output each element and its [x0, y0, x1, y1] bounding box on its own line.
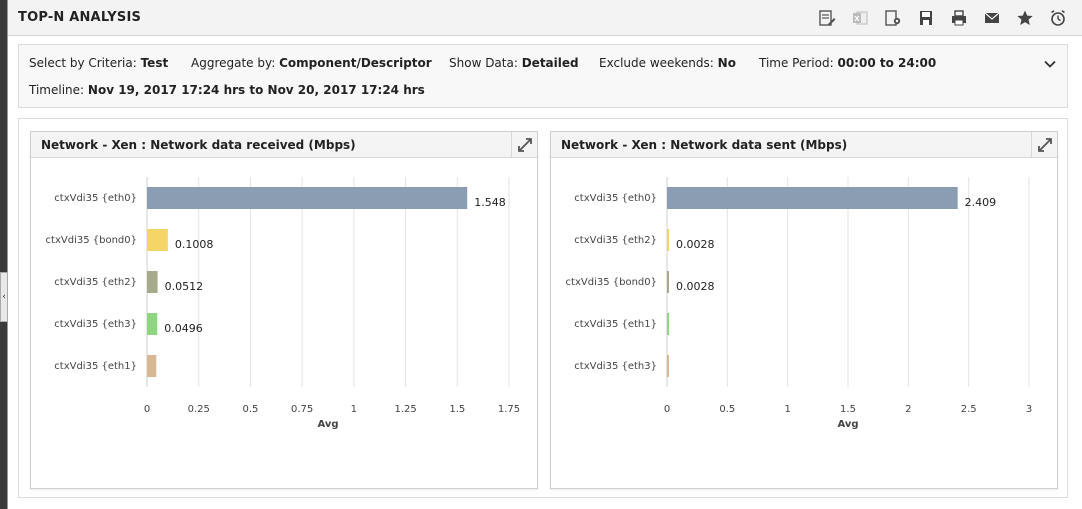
criteria-summary: Select by Criteria: Test Aggregate by: C… — [18, 44, 1068, 108]
email-icon[interactable] — [975, 8, 1008, 28]
bar — [667, 313, 669, 335]
x-tick-label: 1.25 — [394, 404, 416, 415]
excel-export-icon[interactable]: X — [843, 8, 876, 28]
bar — [147, 187, 468, 209]
x-tick-label: 0.25 — [188, 404, 210, 415]
report-edit-icon[interactable] — [810, 8, 843, 28]
category-label: ctxVdi35 {eth1} — [54, 361, 137, 372]
chevron-left-icon: ‹ — [2, 292, 6, 302]
chart-title: Network - Xen : Network data received (M… — [41, 138, 356, 152]
print-icon[interactable] — [942, 8, 975, 28]
x-tick-label: 0 — [144, 404, 150, 415]
x-tick-label: 2.5 — [961, 404, 977, 415]
x-tick-label: 3 — [1026, 404, 1032, 415]
bar — [147, 271, 158, 293]
bar-value-label: 1.548 — [474, 196, 506, 209]
show-data-value: Detailed — [521, 56, 579, 70]
select-criteria-value: Test — [140, 56, 169, 70]
select-criteria: Select by Criteria: Test — [29, 56, 168, 70]
x-tick-label: 1.5 — [449, 404, 465, 415]
category-label: ctxVdi35 {bond0} — [46, 235, 137, 246]
bar — [147, 313, 158, 335]
collapse-side-panel-handle[interactable]: ‹ — [0, 272, 8, 322]
bar — [667, 229, 669, 251]
x-tick-label: 1 — [351, 404, 357, 415]
save-icon[interactable] — [909, 8, 942, 28]
category-label: ctxVdi35 {eth2} — [54, 277, 137, 288]
bar — [667, 187, 958, 209]
chart-panel-sent: Network - Xen : Network data sent (Mbps)… — [550, 131, 1058, 489]
bar-value-label: 0.0028 — [676, 238, 715, 251]
timeline: Timeline: Nov 19, 2017 17:24 hrs to Nov … — [29, 83, 425, 97]
x-tick-label: 0.5 — [242, 404, 258, 415]
exclude-weekends-label: Exclude weekends: — [599, 56, 714, 70]
category-label: ctxVdi35 {eth3} — [54, 319, 137, 330]
aggregate-by: Aggregate by: Component/Descriptor — [191, 56, 432, 70]
alarm-clock-icon[interactable] — [1041, 8, 1074, 28]
category-label: ctxVdi35 {eth3} — [574, 361, 657, 372]
charts-area: Network - Xen : Network data received (M… — [18, 118, 1068, 498]
x-tick-label: 0 — [664, 404, 670, 415]
select-criteria-label: Select by Criteria: — [29, 56, 137, 70]
category-label: ctxVdi35 {eth0} — [574, 193, 657, 204]
bar-value-label: 0.1008 — [175, 238, 214, 251]
time-period-value: 00:00 to 24:00 — [837, 56, 937, 70]
show-data: Show Data: Detailed — [449, 56, 579, 70]
category-label: ctxVdi35 {eth1} — [574, 319, 657, 330]
category-label: ctxVdi35 {bond0} — [566, 277, 657, 288]
bar-value-label: 0.0496 — [164, 322, 203, 335]
category-label: ctxVdi35 {eth0} — [54, 193, 137, 204]
chart-received-plot: 0 0.25 0.5 0.75 1 1.25 1.5 1.75 Avg ctxVdi35 {eth… — [46, 177, 520, 430]
bar — [147, 355, 157, 377]
exclude-weekends: Exclude weekends: No — [599, 56, 736, 70]
bar-value-label: 0.0028 — [676, 280, 715, 293]
chevron-down-icon[interactable] — [1043, 57, 1057, 71]
bar — [667, 355, 669, 377]
x-tick-label: 0.5 — [719, 404, 735, 415]
x-axis-label: Avg — [837, 419, 858, 430]
x-tick-label: 1.5 — [840, 404, 856, 415]
title-bar: TOP-N ANALYSIS X — [8, 0, 1082, 36]
aggregate-by-label: Aggregate by: — [191, 56, 276, 70]
category-label: ctxVdi35 {eth2} — [574, 235, 657, 246]
chart-panel-received: Network - Xen : Network data received (M… — [30, 131, 538, 489]
bar — [147, 229, 168, 251]
aggregate-by-value: Component/Descriptor — [279, 56, 432, 70]
bar — [667, 271, 669, 293]
expand-icon[interactable] — [1031, 132, 1057, 158]
expand-icon[interactable] — [511, 132, 537, 158]
top-n-analysis-window: TOP-N ANALYSIS X Select by Criteria: Tes… — [7, 0, 1082, 509]
chart-sent-plot: 0 0.5 1 1.5 2 2.5 3 Avg ctxVdi35 {eth0} 2.409 ctxV… — [566, 177, 1032, 430]
x-tick-label: 0.75 — [291, 404, 313, 415]
chart-title: Network - Xen : Network data sent (Mbps) — [561, 138, 848, 152]
chart-panel-header: Network - Xen : Network data sent (Mbps) — [551, 132, 1057, 158]
criteria-row: Select by Criteria: Test Aggregate by: C… — [29, 56, 1029, 72]
show-data-label: Show Data: — [449, 56, 518, 70]
time-period-label: Time Period: — [759, 56, 834, 70]
report-settings-icon[interactable] — [876, 8, 909, 28]
timeline-label: Timeline: — [29, 83, 85, 97]
x-tick-label: 1.75 — [498, 404, 520, 415]
x-tick-label: 1 — [784, 404, 790, 415]
x-tick-label: 2 — [905, 404, 911, 415]
chart-panel-header: Network - Xen : Network data received (M… — [31, 132, 537, 158]
exclude-weekends-value: No — [717, 56, 736, 70]
bar-value-label: 2.409 — [965, 196, 997, 209]
favorite-star-icon[interactable] — [1008, 8, 1041, 28]
toolbar: X — [810, 8, 1074, 28]
bar-value-label: 0.0512 — [165, 280, 204, 293]
x-axis-label: Avg — [317, 419, 338, 430]
timeline-value: Nov 19, 2017 17:24 hrs to Nov 20, 2017 1… — [87, 83, 425, 97]
time-period: Time Period: 00:00 to 24:00 — [759, 56, 936, 70]
page-title: TOP-N ANALYSIS — [18, 10, 142, 25]
svg-text:X: X — [854, 15, 860, 23]
